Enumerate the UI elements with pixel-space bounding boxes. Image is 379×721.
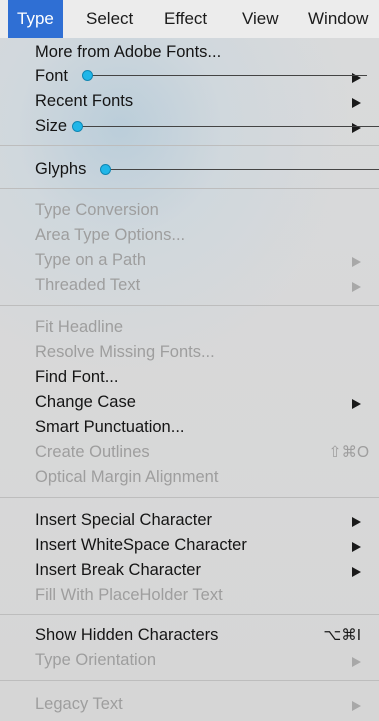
menu-item-fill-with-placeholder-text[interactable]: Fill With PlaceHolder Text [0, 583, 379, 608]
menu-item-legacy-text[interactable]: Legacy Text [0, 692, 379, 717]
menu-item-label: Type Orientation [35, 651, 157, 669]
menu-separator [0, 145, 379, 146]
submenu-arrow-icon [352, 123, 361, 133]
annotation-line [80, 126, 379, 127]
menu-item-label: Glyphs [35, 160, 87, 178]
submenu-arrow-icon [352, 567, 361, 577]
menu-item-more-from-adobe-fonts[interactable]: More from Adobe Fonts... [0, 40, 379, 65]
menu-item-type-on-a-path[interactable]: Type on a Path [0, 248, 379, 273]
menubar-select[interactable]: Select [86, 0, 133, 38]
menu-item-recent-fonts[interactable]: Recent Fonts [0, 89, 379, 114]
submenu-arrow-icon [352, 517, 361, 527]
submenu-arrow-icon [352, 542, 361, 552]
annotation-dot-icon [72, 121, 83, 132]
menu-item-label: Fit Headline [35, 318, 124, 336]
menu-item-font[interactable]: Font [0, 64, 379, 89]
submenu-arrow-icon [352, 98, 361, 108]
submenu-arrow-icon [352, 282, 361, 292]
keyboard-shortcut: ⌥⌘I [323, 627, 361, 644]
submenu-arrow-icon [352, 257, 361, 267]
menu-item-label: Insert Special Character [35, 511, 212, 529]
menu-item-label: Recent Fonts [35, 92, 134, 110]
menu-item-label: Smart Punctuation... [35, 418, 185, 436]
menu-bar: Type Select Effect View Window [0, 0, 379, 39]
menu-item-label: Font [35, 67, 69, 85]
menubar-effect[interactable]: Effect [164, 0, 207, 38]
menu-item-label: Resolve Missing Fonts... [35, 343, 215, 361]
menu-item-insert-break-character[interactable]: Insert Break Character [0, 558, 379, 583]
menu-item-label: Threaded Text [35, 276, 141, 294]
submenu-arrow-icon [352, 399, 361, 409]
menu-item-fit-headline[interactable]: Fit Headline [0, 315, 379, 340]
menu-item-change-case[interactable]: Change Case [0, 390, 379, 415]
submenu-arrow-icon [352, 701, 361, 711]
menu-item-show-hidden-characters[interactable]: Show Hidden Characters ⌥⌘I [0, 623, 379, 648]
menu-item-label: Fill With PlaceHolder Text [35, 586, 223, 604]
menu-item-label: Legacy Text [35, 695, 123, 713]
menu-item-smart-punctuation[interactable]: Smart Punctuation... [0, 415, 379, 440]
menu-item-label: Find Font... [35, 368, 119, 386]
annotation-line [92, 75, 367, 76]
menu-separator [0, 680, 379, 681]
menu-item-label: Area Type Options... [35, 226, 186, 244]
menubar-view[interactable]: View [242, 0, 279, 38]
menu-item-label: Size [35, 117, 68, 135]
menu-separator [0, 188, 379, 189]
menu-item-resolve-missing-fonts[interactable]: Resolve Missing Fonts... [0, 340, 379, 365]
annotation-dot-icon [100, 164, 111, 175]
menubar-window[interactable]: Window [308, 0, 368, 38]
annotation-line [109, 169, 379, 170]
menu-item-area-type-options[interactable]: Area Type Options... [0, 223, 379, 248]
menu-item-label: Show Hidden Characters [35, 626, 219, 644]
menu-item-threaded-text[interactable]: Threaded Text [0, 273, 379, 298]
menu-item-insert-whitespace-character[interactable]: Insert WhiteSpace Character [0, 533, 379, 558]
menu-separator [0, 497, 379, 498]
menu-item-find-font[interactable]: Find Font... [0, 365, 379, 390]
menu-item-label: Create Outlines [35, 443, 150, 461]
type-menu-dropdown: More from Adobe Fonts... Font Recent Fon… [0, 38, 379, 721]
menu-item-insert-special-character[interactable]: Insert Special Character [0, 508, 379, 533]
menu-item-label: Change Case [35, 393, 136, 411]
keyboard-shortcut: ⇧⌘O [328, 444, 369, 461]
submenu-arrow-icon [352, 657, 361, 667]
menu-item-label: Type on a Path [35, 251, 146, 269]
menu-separator [0, 614, 379, 615]
menu-item-type-orientation[interactable]: Type Orientation [0, 648, 379, 673]
menu-item-create-outlines[interactable]: Create Outlines ⇧⌘O [0, 440, 379, 465]
annotation-dot-icon [82, 70, 93, 81]
menu-item-label: Type Conversion [35, 201, 159, 219]
menu-item-type-conversion[interactable]: Type Conversion [0, 198, 379, 223]
menu-item-label: More from Adobe Fonts... [35, 43, 222, 61]
menubar-type[interactable]: Type [8, 0, 63, 38]
menu-item-label: Insert WhiteSpace Character [35, 536, 247, 554]
menu-item-label: Optical Margin Alignment [35, 468, 219, 486]
menu-separator [0, 305, 379, 306]
menu-item-optical-margin-alignment[interactable]: Optical Margin Alignment [0, 465, 379, 490]
menu-item-label: Insert Break Character [35, 561, 201, 579]
